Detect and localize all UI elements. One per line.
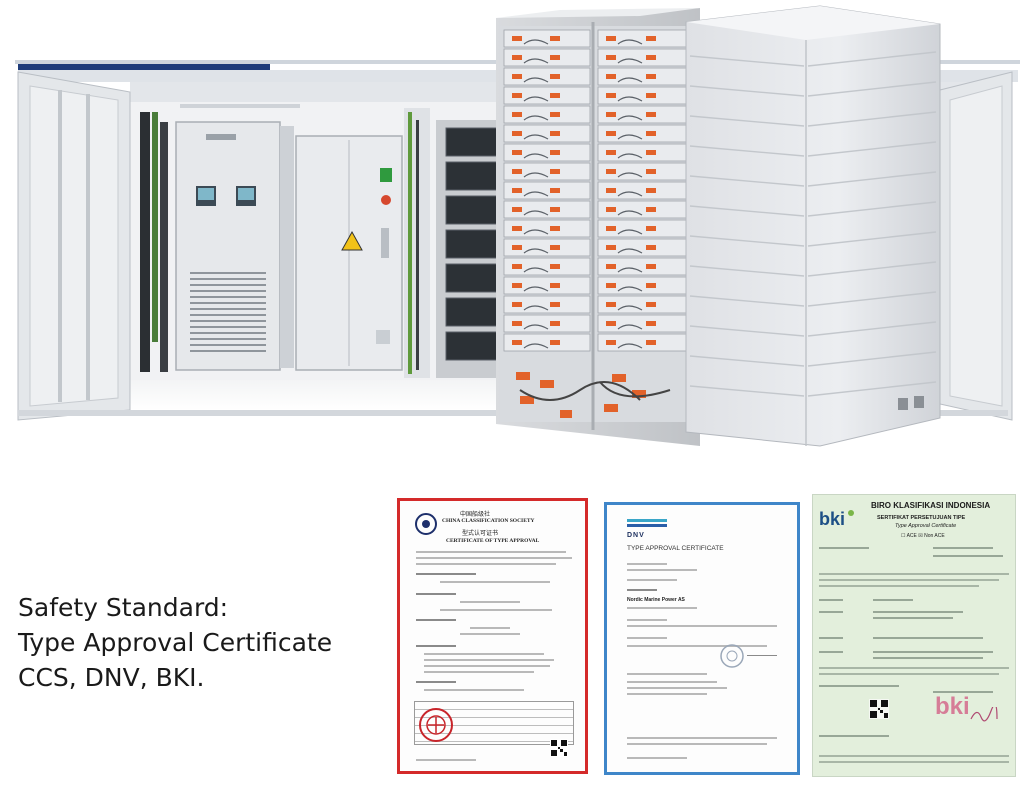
bki-signature-icon <box>970 707 998 722</box>
dnv-logo-text: DNV <box>627 532 645 539</box>
caption-line-3: CCS, DNV, BKI. <box>18 663 205 692</box>
safety-standard-caption: Safety Standard: Type Approval Certifica… <box>18 590 332 695</box>
dnv-logo-bars-icon <box>627 519 667 527</box>
bki-stamp: bki <box>935 693 970 720</box>
ccs-emblem-icon <box>415 513 437 535</box>
ccs-org-cn: 中国船级社 <box>460 511 491 518</box>
bki-certificate: bki BIRO KLASIFIKASI INDONESIA SERTIFIKA… <box>812 494 1016 777</box>
dnv-certificate: DNV TYPE APPROVAL CERTIFICATE Nordic Mar… <box>604 502 800 775</box>
ccs-seal-icon <box>419 708 453 742</box>
dnv-holder: Nordic Marine Power AS <box>627 597 685 603</box>
bki-qr-code-icon <box>869 699 889 719</box>
battery-container-photo <box>15 5 1020 447</box>
ccs-qr-code-icon <box>550 739 568 757</box>
battery-rack-closed <box>685 5 941 447</box>
ccs-title-en: CERTIFICATE OF TYPE APPROVAL <box>446 538 540 544</box>
bki-logo: bki <box>819 509 846 529</box>
cable-tray <box>140 112 168 372</box>
caption-line-1: Safety Standard: <box>18 593 229 622</box>
bki-title-id: SERTIFIKAT PERSETUJUAN TIPE <box>877 515 966 521</box>
bki-org: BIRO KLASIFIKASI INDONESIA <box>871 501 991 510</box>
dnv-title: TYPE APPROVAL CERTIFICATE <box>627 545 724 552</box>
bki-logo-dot-icon <box>848 510 854 516</box>
interior-battery-rack <box>436 120 500 378</box>
ccs-certificate: 中国船级社 CHINA CLASSIFICATION SOCIETY 型式认可证… <box>397 498 588 774</box>
switchgear-cabinet <box>295 135 403 371</box>
battery-rack-open <box>496 8 700 446</box>
bki-title-en: Type Approval Certificate <box>895 523 957 529</box>
dnv-stamp-icon <box>720 644 744 668</box>
ccs-title-cn: 型式认可证书 <box>462 530 499 537</box>
caption-line-2: Type Approval Certificate <box>18 628 333 657</box>
bki-ace-options: ☐ ACE ☒ Non ACE <box>901 533 945 539</box>
wiring-channel <box>404 108 430 378</box>
power-conversion-cabinet <box>175 121 294 371</box>
ccs-org-en: CHINA CLASSIFICATION SOCIETY <box>442 518 535 524</box>
